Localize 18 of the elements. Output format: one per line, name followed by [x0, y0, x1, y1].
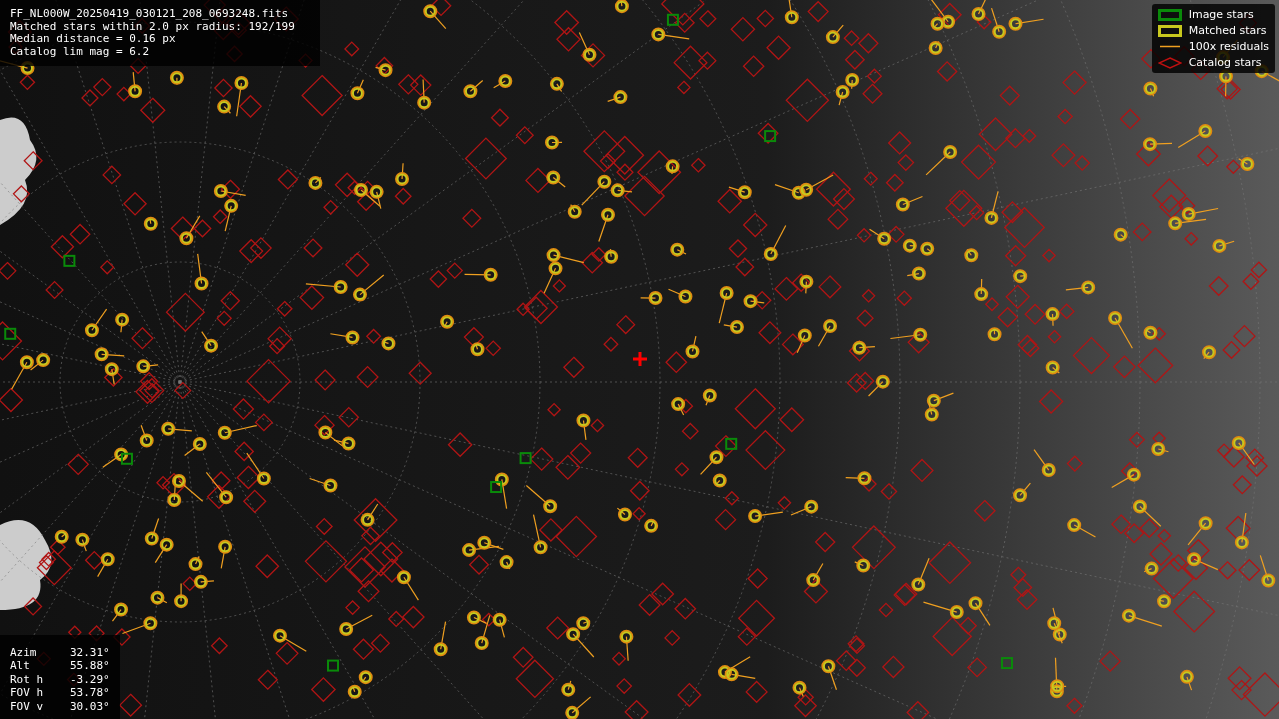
pointing-label: Azim	[10, 646, 38, 659]
pointing-value: -3.29°	[70, 673, 110, 686]
legend-label: 100x residuals	[1188, 40, 1269, 53]
pointing-label: FOV h	[10, 687, 45, 700]
pointing-value: 55.88°	[70, 660, 110, 673]
info-text: FF_NL000W_20250419_030121_208_0693248.fits	[10, 8, 290, 21]
info-text: Catalog lim mag = 6.2	[10, 45, 151, 58]
legend-label: Image stars	[1188, 8, 1254, 21]
info-text: Median distance = 0.16 px	[10, 33, 177, 46]
legend-label: Catalog stars	[1188, 56, 1262, 69]
pointing-value: 32.31°	[70, 646, 110, 659]
info-text: Matched stars within 2.0 px radius: 192/199	[10, 20, 296, 33]
pointing-label: Rot h	[10, 673, 45, 686]
legend-label: Matched stars	[1188, 24, 1267, 37]
pointing-value: 30.03°	[70, 700, 110, 713]
pointing-label: Alt	[10, 660, 31, 673]
pointing-label: FOV v	[10, 700, 45, 713]
pointing-value: 53.78°	[70, 687, 110, 700]
